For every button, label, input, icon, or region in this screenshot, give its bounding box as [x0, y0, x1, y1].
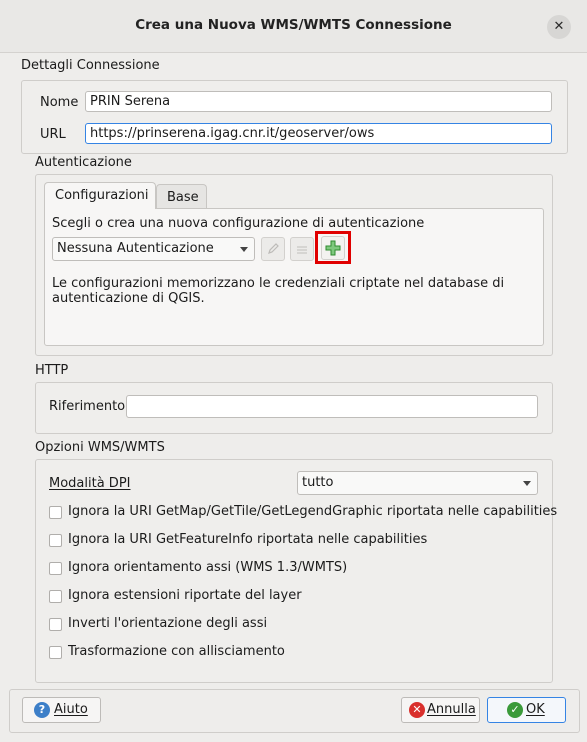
help-button-label: Aiuto	[54, 702, 88, 717]
tab-configurazioni-label: Configurazioni	[55, 188, 149, 203]
help-icon: ?	[34, 702, 50, 718]
authentication-title: Autenticazione	[35, 155, 132, 170]
checkbox-box[interactable]	[49, 506, 62, 519]
tab-base-label: Base	[167, 190, 199, 205]
remove-config-button[interactable]	[290, 237, 314, 261]
checkbox-label: Trasformazione con allisciamento	[68, 644, 285, 659]
cancel-button[interactable]: ✕ Annulla	[401, 697, 480, 723]
ok-button-label: OK	[526, 702, 545, 717]
close-icon: ✕	[553, 19, 565, 34]
chevron-down-icon	[523, 481, 531, 486]
dpi-mode-select-value: tutto	[302, 475, 334, 490]
ok-button[interactable]: ✓ OK	[487, 697, 566, 723]
referer-label: Riferimento	[49, 399, 126, 414]
auth-config-select[interactable]: Nessuna Autenticazione	[52, 237, 255, 261]
checkbox-label: Ignora estensioni riportate del layer	[68, 588, 302, 603]
add-plus-icon	[325, 240, 341, 256]
checkbox-box[interactable]	[49, 618, 62, 631]
name-label: Nome	[40, 95, 79, 110]
wms-options-title: Opzioni WMS/WMTS	[35, 440, 165, 455]
help-button[interactable]: ? Aiuto	[22, 697, 101, 723]
checkbox-label: Ignora orientamento assi (WMS 1.3/WMTS)	[68, 560, 348, 575]
close-button[interactable]: ✕	[547, 15, 571, 39]
list-remove-icon	[297, 246, 307, 254]
checkbox-box[interactable]	[49, 590, 62, 603]
connection-details-title: Dettagli Connessione	[21, 58, 160, 73]
auth-config-prompt: Scegli o crea una nuova configurazione d…	[52, 216, 425, 231]
name-input[interactable]: PRIN Serena	[85, 91, 552, 112]
auth-info-line1: Le configurazioni memorizzano le credenz…	[52, 276, 505, 291]
url-input[interactable]: https://prinserena.igag.cnr.it/geoserver…	[85, 123, 552, 144]
checkbox-box[interactable]	[49, 562, 62, 575]
checkbox-box[interactable]	[49, 534, 62, 547]
add-config-button[interactable]	[321, 236, 345, 260]
cancel-button-label: Annulla	[427, 702, 476, 717]
dialog-title: Crea una Nuova WMS/WMTS Connessione	[135, 17, 452, 33]
edit-config-button[interactable]	[261, 237, 285, 261]
referer-input[interactable]	[126, 395, 538, 418]
tab-configurazioni[interactable]: Configurazioni	[44, 182, 156, 209]
ok-check-icon: ✓	[507, 702, 523, 718]
auth-info-line2: autenticazione di QGIS.	[52, 291, 205, 306]
dpi-mode-select[interactable]: tutto	[297, 471, 538, 495]
url-label: URL	[40, 127, 66, 142]
dialog-titlebar: Crea una Nuova WMS/WMTS Connessione ✕	[0, 0, 587, 53]
pencil-icon	[268, 243, 279, 254]
chevron-down-icon	[240, 247, 248, 252]
http-title: HTTP	[35, 363, 69, 378]
checkbox-label: Inverti l'orientazione degli assi	[68, 616, 268, 631]
checkbox-label: Ignora la URI GetMap/GetTile/GetLegendGr…	[68, 504, 558, 519]
auth-config-select-value: Nessuna Autenticazione	[57, 241, 214, 256]
cancel-icon: ✕	[409, 702, 425, 718]
dpi-mode-label: Modalità DPI	[49, 476, 131, 491]
checkbox-label: Ignora la URI GetFeatureInfo riportata n…	[68, 532, 428, 547]
tab-base[interactable]: Base	[156, 184, 207, 209]
checkbox-box[interactable]	[49, 646, 62, 659]
